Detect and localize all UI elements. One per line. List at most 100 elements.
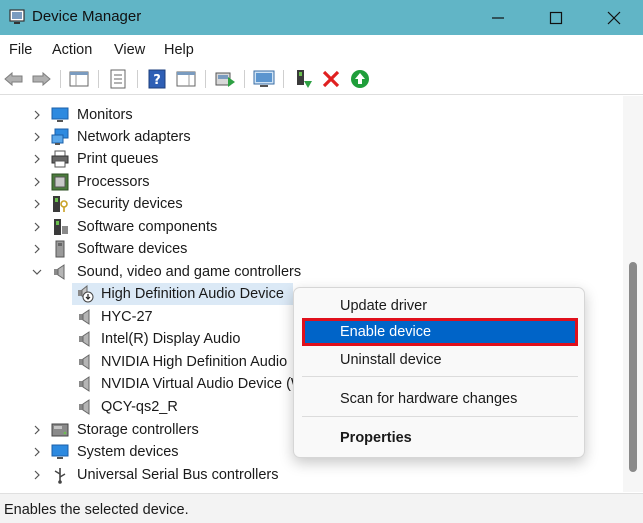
- chevron-down-icon[interactable]: [31, 265, 43, 279]
- speaker-icon: [79, 331, 90, 347]
- uninstall-device-icon: [322, 70, 340, 88]
- forward-button[interactable]: [30, 68, 52, 90]
- tree-item-label: NVIDIA High Definition Audio: [101, 354, 288, 370]
- vertical-scrollbar[interactable]: [623, 96, 643, 492]
- chevron-right-icon[interactable]: [31, 108, 43, 122]
- tree-item-label: Security devices: [77, 196, 183, 212]
- system-icon: [51, 444, 69, 459]
- device-manager-icon: [9, 9, 25, 24]
- enable-device-button[interactable]: [292, 68, 314, 90]
- action-pane-button[interactable]: [175, 68, 197, 90]
- tree-item-label: Universal Serial Bus controllers: [77, 467, 279, 483]
- tree-item-print-queues[interactable]: Print queues: [0, 148, 622, 170]
- properties-menu-item[interactable]: Properties: [302, 424, 578, 452]
- toolbar-separator: [137, 70, 138, 88]
- speaker-icon: [54, 264, 65, 280]
- properties-button[interactable]: [107, 68, 129, 90]
- close-button[interactable]: [585, 0, 643, 35]
- chevron-right-icon[interactable]: [31, 197, 43, 211]
- close-icon: [607, 11, 621, 24]
- properties-icon: [110, 69, 126, 89]
- chevron-right-icon[interactable]: [31, 445, 43, 459]
- maximize-icon: [549, 11, 563, 24]
- update-driver-icon: [215, 72, 235, 87]
- disable-device-button[interactable]: [349, 68, 371, 90]
- menu-item-label: Enable device: [340, 324, 432, 340]
- chevron-right-icon[interactable]: [31, 130, 43, 144]
- tree-item-label: QCY-qs2_R: [101, 399, 178, 415]
- status-bar: Enables the selected device.: [0, 493, 643, 523]
- tree-item-processors[interactable]: Processors: [0, 171, 622, 193]
- chevron-right-icon[interactable]: [31, 423, 43, 437]
- show-hide-tree-button[interactable]: [68, 68, 90, 90]
- tree-item-software-devices[interactable]: Software devices: [0, 238, 622, 260]
- tree-item-security-devices[interactable]: Security devices: [0, 193, 622, 215]
- chevron-right-icon[interactable]: [31, 242, 43, 256]
- menu-bar: File Action View Help: [0, 35, 643, 63]
- scan-hardware-icon: [253, 70, 275, 87]
- software-component-icon: [54, 219, 68, 235]
- disable-device-icon: [351, 70, 369, 88]
- tree-item-software-components[interactable]: Software components: [0, 216, 622, 238]
- menu-separator: [302, 416, 578, 417]
- tree-item-label: Sound, video and game controllers: [77, 264, 302, 280]
- tree-item-label: Software devices: [77, 241, 188, 257]
- tree-item-usb-controllers[interactable]: Universal Serial Bus controllers: [0, 464, 622, 486]
- update-driver-menu-item[interactable]: Update driver: [302, 292, 578, 320]
- toolbar-separator: [283, 70, 284, 88]
- tree-item-label: Print queues: [77, 151, 159, 167]
- action-pane-icon: [176, 71, 196, 87]
- tree-item-label: HYC-27: [101, 309, 153, 325]
- tree-item-label: Storage controllers: [77, 422, 199, 438]
- tree-item-label: Processors: [77, 174, 150, 190]
- toolbar-separator: [205, 70, 206, 88]
- chevron-right-icon[interactable]: [31, 220, 43, 234]
- scan-hardware-menu-item[interactable]: Scan for hardware changes: [302, 385, 578, 413]
- tree-item-monitors[interactable]: Monitors: [0, 104, 622, 126]
- software-device-icon: [55, 240, 65, 258]
- speaker-icon: [79, 376, 90, 392]
- menu-file[interactable]: File: [9, 42, 32, 58]
- speaker-icon: [79, 309, 90, 325]
- toolbar-separator: [98, 70, 99, 88]
- menu-action[interactable]: Action: [52, 42, 92, 58]
- chevron-right-icon[interactable]: [31, 152, 43, 166]
- usb-icon: [54, 468, 66, 484]
- toolbar: ?: [0, 63, 643, 95]
- menu-item-label: Uninstall device: [340, 352, 442, 368]
- tree-item-label: System devices: [77, 444, 179, 460]
- uninstall-device-button[interactable]: [320, 68, 342, 90]
- chevron-right-icon[interactable]: [31, 175, 43, 189]
- storage-icon: [51, 423, 69, 437]
- toolbar-separator: [244, 70, 245, 88]
- status-text: Enables the selected device.: [4, 502, 189, 518]
- minimize-icon: [492, 16, 504, 19]
- chevron-right-icon[interactable]: [31, 468, 43, 482]
- menu-view[interactable]: View: [114, 42, 145, 58]
- tree-item-sound-video-game-controllers[interactable]: Sound, video and game controllers: [0, 261, 622, 283]
- maximize-button[interactable]: [527, 0, 585, 35]
- back-icon: [4, 71, 23, 87]
- uninstall-device-menu-item[interactable]: Uninstall device: [302, 346, 578, 374]
- title-bar: Device Manager: [0, 0, 643, 35]
- menu-item-label: Update driver: [340, 298, 428, 314]
- tree-item-network-adapters[interactable]: Network adapters: [0, 126, 622, 148]
- scrollbar-thumb[interactable]: [629, 262, 637, 472]
- menu-separator: [302, 376, 578, 377]
- update-driver-button[interactable]: [214, 68, 236, 90]
- enable-device-menu-item[interactable]: Enable device: [302, 318, 578, 346]
- menu-item-label: Scan for hardware changes: [340, 391, 518, 407]
- tree-view-icon: [69, 71, 89, 87]
- scan-hardware-button[interactable]: [253, 68, 275, 90]
- speaker-icon: [79, 354, 90, 370]
- help-button[interactable]: ?: [146, 68, 168, 90]
- back-button[interactable]: [3, 68, 25, 90]
- help-icon: ?: [148, 69, 166, 89]
- security-icon: [53, 196, 68, 212]
- disabled-speaker-icon: [78, 285, 94, 303]
- forward-icon: [32, 71, 51, 87]
- menu-help[interactable]: Help: [164, 42, 194, 58]
- minimize-button[interactable]: [469, 0, 527, 35]
- printer-icon: [51, 150, 69, 168]
- network-icon: [51, 128, 69, 145]
